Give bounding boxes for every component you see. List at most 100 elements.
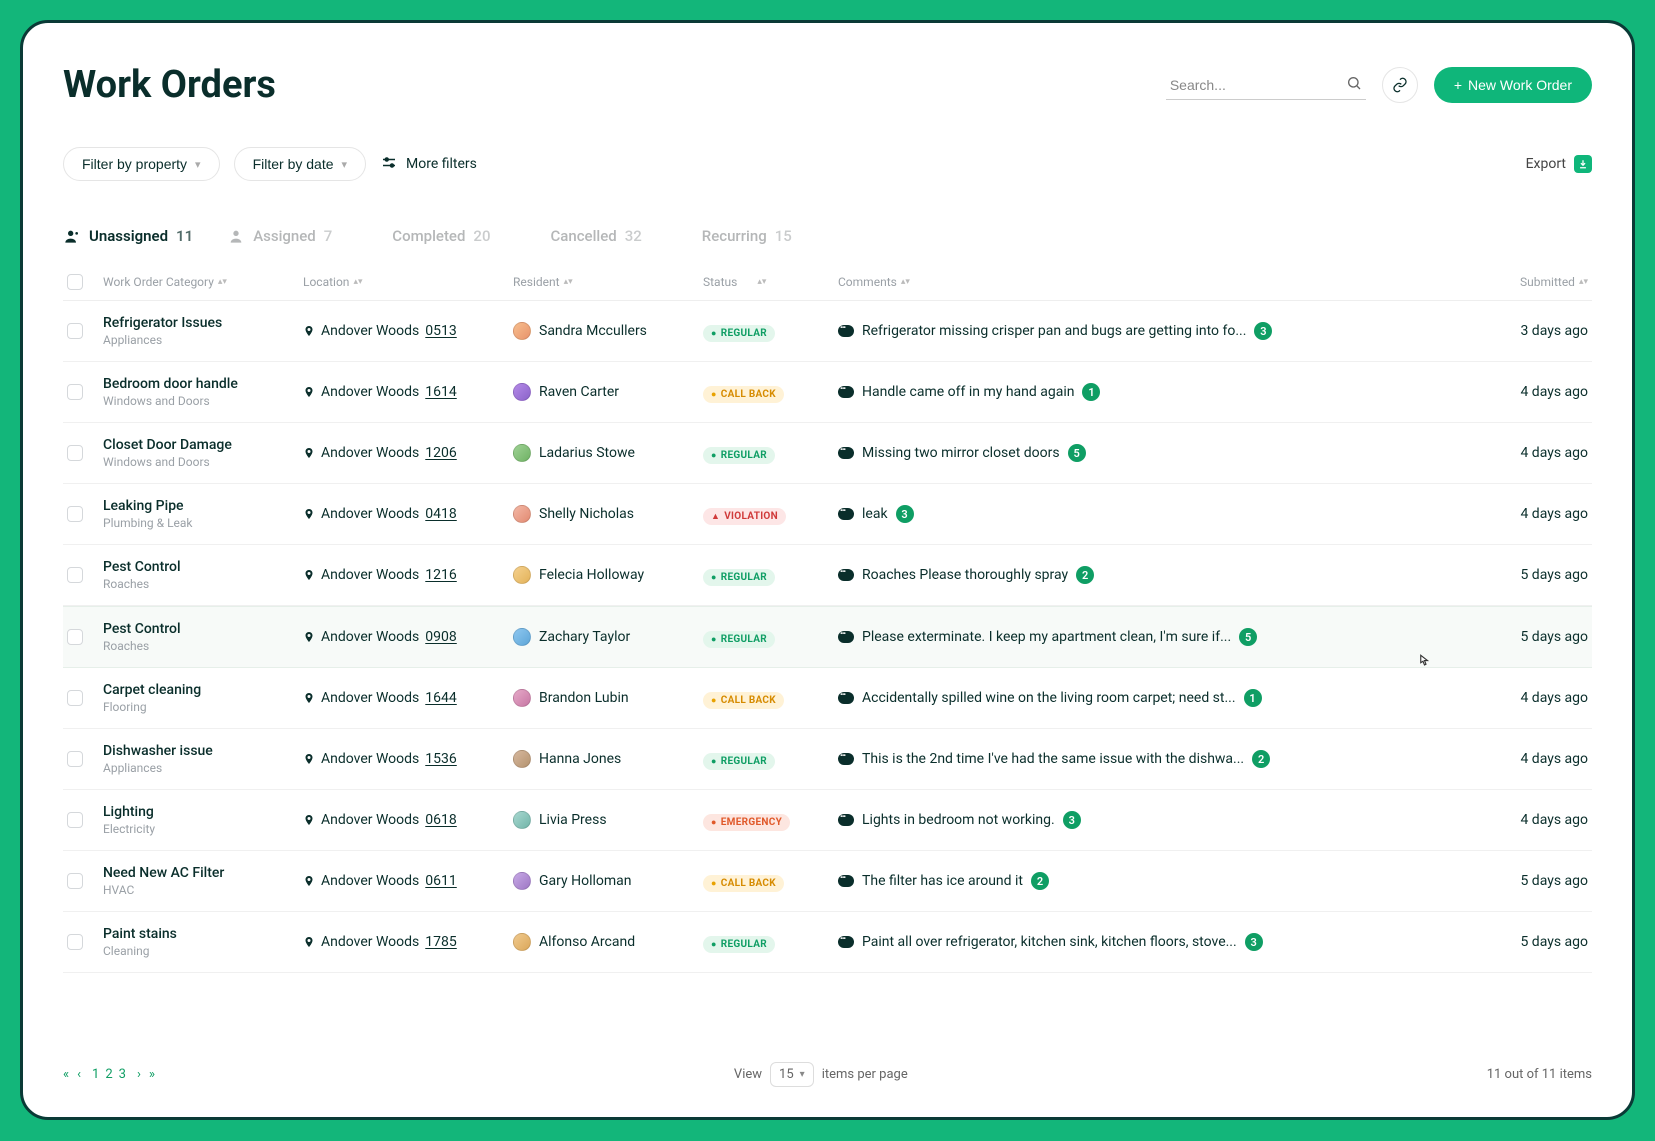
comment-count: 2: [1252, 750, 1270, 768]
unit-link[interactable]: 0513: [425, 323, 456, 339]
table-row[interactable]: Dishwasher issue Appliances Andover Wood…: [63, 729, 1592, 790]
row-checkbox[interactable]: [67, 873, 83, 889]
page-size-value: 15: [779, 1067, 794, 1082]
table-row[interactable]: Need New AC Filter HVAC Andover Woods 06…: [63, 851, 1592, 912]
row-checkbox[interactable]: [67, 567, 83, 583]
page-last[interactable]: »: [149, 1067, 155, 1082]
property-name: Andover Woods: [321, 934, 419, 950]
unit-link[interactable]: 0618: [425, 812, 456, 828]
unit-link[interactable]: 1206: [425, 445, 456, 461]
col-category[interactable]: Work Order Category▴▾: [103, 275, 303, 289]
unit-link[interactable]: 1536: [425, 751, 456, 767]
avatar: [513, 383, 531, 401]
avatar: [513, 505, 531, 523]
row-checkbox[interactable]: [67, 445, 83, 461]
property-name: Andover Woods: [321, 873, 419, 889]
property-name: Andover Woods: [321, 323, 419, 339]
unit-link[interactable]: 0908: [425, 629, 456, 645]
unit-link[interactable]: 1614: [425, 384, 456, 400]
tab-label: Completed: [392, 227, 465, 245]
page-prev[interactable]: ‹: [77, 1067, 81, 1082]
unit-link[interactable]: 1785: [425, 934, 456, 950]
location-cell: Andover Woods 1644: [303, 690, 513, 706]
location-cell: Andover Woods 1785: [303, 934, 513, 950]
filter-date-button[interactable]: Filter by date ▾: [234, 147, 366, 181]
status-dot-icon: ●: [711, 817, 717, 828]
comment-icon: [838, 508, 854, 520]
category-title: Carpet cleaning: [103, 682, 303, 698]
table-row[interactable]: Leaking Pipe Plumbing & Leak Andover Woo…: [63, 484, 1592, 545]
row-checkbox[interactable]: [67, 751, 83, 767]
table-row[interactable]: Paint stains Cleaning Andover Woods 1785…: [63, 912, 1592, 973]
items-summary: 11 out of 11 items: [1487, 1067, 1592, 1082]
person-icon: [63, 227, 81, 245]
unit-link[interactable]: 0611: [425, 873, 456, 889]
x-icon: ✕: [524, 227, 542, 245]
page-number[interactable]: 3: [119, 1067, 126, 1082]
select-all-checkbox[interactable]: [67, 274, 83, 290]
download-icon: [1574, 155, 1592, 173]
table-row[interactable]: Pest Control Roaches Andover Woods 0908 …: [63, 606, 1592, 668]
search-input[interactable]: [1166, 71, 1366, 100]
view-label: View: [734, 1067, 762, 1082]
table-row[interactable]: Refrigerator Issues Appliances Andover W…: [63, 301, 1592, 362]
category-subtitle: Windows and Doors: [103, 394, 303, 408]
row-checkbox[interactable]: [67, 506, 83, 522]
category-subtitle: Roaches: [103, 577, 303, 591]
col-submitted[interactable]: Submitted▴▾: [1338, 275, 1588, 289]
tab-assigned[interactable]: Assigned 7: [227, 221, 332, 251]
category-title: Dishwasher issue: [103, 743, 303, 759]
page-number[interactable]: 1: [92, 1067, 99, 1082]
row-checkbox[interactable]: [67, 629, 83, 645]
submitted-cell: 5 days ago: [1338, 567, 1588, 583]
comment-count: 3: [1245, 933, 1263, 951]
table-row[interactable]: Lighting Electricity Andover Woods 0618 …: [63, 790, 1592, 851]
comment-count: 3: [1254, 322, 1272, 340]
col-status[interactable]: Status▴▾: [703, 275, 838, 289]
tab-label: Recurring: [702, 227, 767, 245]
status-badge: ● REGULAR: [703, 447, 775, 464]
table-row[interactable]: Pest Control Roaches Andover Woods 1216 …: [63, 545, 1592, 606]
table-row[interactable]: Bedroom door handle Windows and Doors An…: [63, 362, 1592, 423]
page-number[interactable]: 2: [105, 1067, 112, 1082]
map-pin-icon: [303, 507, 315, 521]
table-row[interactable]: Carpet cleaning Flooring Andover Woods 1…: [63, 668, 1592, 729]
status-cell: ● REGULAR: [703, 443, 838, 464]
comment-icon: [838, 692, 854, 704]
row-checkbox[interactable]: [67, 323, 83, 339]
tab-cancelled[interactable]: ✕ Cancelled 32: [524, 221, 641, 251]
status-badge: ● CALL BACK: [703, 875, 784, 892]
unit-link[interactable]: 1216: [425, 567, 456, 583]
new-work-order-button[interactable]: + New Work Order: [1434, 67, 1592, 103]
plus-icon: +: [1454, 77, 1462, 93]
resident-name: Hanna Jones: [539, 751, 621, 767]
share-link-button[interactable]: [1382, 67, 1418, 103]
tab-unassigned[interactable]: Unassigned 11: [63, 221, 193, 251]
row-checkbox[interactable]: [67, 384, 83, 400]
avatar: [513, 689, 531, 707]
page-header: Work Orders + New Work Order: [63, 63, 1592, 107]
tab-completed[interactable]: ✓ Completed 20: [366, 221, 490, 251]
comments-cell: Refrigerator missing crisper pan and bug…: [838, 322, 1338, 340]
more-filters-button[interactable]: More filters: [380, 155, 477, 173]
unit-link[interactable]: 0418: [425, 506, 456, 522]
location-cell: Andover Woods 0611: [303, 873, 513, 889]
col-location[interactable]: Location▴▾: [303, 275, 513, 289]
page-size-select[interactable]: 15 ▾: [770, 1062, 814, 1087]
location-cell: Andover Woods 1216: [303, 567, 513, 583]
tab-recurring[interactable]: ↻ Recurring 15: [676, 221, 792, 251]
status-dot-icon: ●: [711, 878, 717, 889]
filter-property-button[interactable]: Filter by property ▾: [63, 147, 220, 181]
row-checkbox[interactable]: [67, 934, 83, 950]
table-row[interactable]: Closet Door Damage Windows and Doors And…: [63, 423, 1592, 484]
col-resident[interactable]: Resident▴▾: [513, 275, 703, 289]
map-pin-icon: [303, 935, 315, 949]
unit-link[interactable]: 1644: [425, 690, 456, 706]
export-button[interactable]: Export: [1526, 155, 1592, 173]
col-comments[interactable]: Comments▴▾: [838, 275, 1338, 289]
page-first[interactable]: «: [63, 1067, 69, 1082]
page-next[interactable]: ›: [137, 1067, 141, 1082]
row-checkbox[interactable]: [67, 690, 83, 706]
row-checkbox[interactable]: [67, 812, 83, 828]
export-label: Export: [1526, 156, 1566, 172]
